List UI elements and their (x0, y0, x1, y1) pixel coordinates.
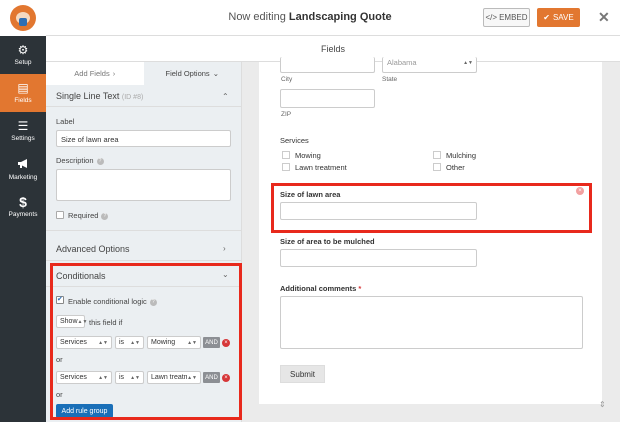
chevron-right-icon: › (112, 69, 116, 78)
city-input[interactable] (280, 57, 375, 73)
conditionals-highlight (50, 263, 242, 420)
dollar-icon: $ (19, 194, 27, 210)
label-title: Label (56, 117, 75, 126)
embed-button[interactable]: </> EMBED (483, 8, 530, 27)
service-option: Other (446, 163, 465, 172)
comments-label: Additional comments * (280, 284, 362, 293)
city-label: City (281, 76, 293, 83)
mulched-area-input[interactable] (280, 249, 477, 267)
state-label: State (382, 76, 398, 83)
sidebar-item-fields[interactable]: ▤ Fields (0, 74, 46, 112)
save-button[interactable]: ✔ SAVE (537, 8, 580, 27)
chevron-down-icon: ⌄ (212, 69, 219, 78)
services-label: Services (280, 136, 309, 145)
tab-add-fields[interactable]: Add Fields › (46, 62, 144, 85)
close-icon[interactable]: ✕ (598, 9, 610, 26)
description-title: Description? (56, 156, 104, 165)
sidebar-item-marketing[interactable]: Marketing (0, 150, 46, 188)
chevron-right-icon[interactable]: › (223, 244, 226, 253)
sidebar-item-setup[interactable]: ⚙ Setup (0, 36, 46, 74)
service-option: Lawn treatment (295, 163, 347, 172)
select-arrows-icon: ▲▼ (463, 60, 473, 66)
service-checkbox[interactable] (433, 163, 441, 171)
lawn-area-label: Size of lawn area (280, 190, 341, 199)
required-checkbox[interactable] (56, 211, 64, 219)
required-label: Required? (68, 211, 109, 220)
comments-textarea[interactable] (280, 296, 583, 349)
zip-label: ZIP (281, 111, 292, 118)
advanced-options-toggle[interactable]: Advanced Options (56, 244, 130, 254)
description-textarea[interactable] (56, 169, 231, 201)
fields-icon: ▤ (17, 81, 29, 95)
form-name: Landscaping Quote (288, 11, 392, 23)
delete-field-icon[interactable]: × (576, 187, 584, 195)
sidebar-item-payments[interactable]: $ Payments (0, 188, 46, 226)
sidebar-item-settings[interactable]: ☰ Settings (0, 112, 46, 150)
builder-sidebar: ⚙ Setup ▤ Fields ☰ Settings Marketing $ … (0, 36, 46, 422)
top-bar: Now editing Landscaping Quote </> EMBED … (0, 0, 620, 36)
sliders-icon: ☰ (17, 119, 29, 133)
field-id: (ID #8) (121, 94, 144, 101)
field-type-heading: Single Line Text (ID #8) (56, 91, 144, 101)
help-icon[interactable]: ? (101, 212, 109, 220)
state-select[interactable]: Alabama ▲▼ (382, 57, 477, 73)
mulched-area-label: Size of area to be mulched (280, 237, 375, 246)
service-checkbox[interactable] (282, 163, 290, 171)
chevron-up-icon[interactable]: ⌃ (222, 92, 229, 101)
service-checkbox[interactable] (433, 151, 441, 159)
megaphone-icon (17, 158, 30, 171)
service-checkbox[interactable] (282, 151, 290, 159)
tab-field-options[interactable]: Field Options ⌄ (143, 62, 241, 85)
form-preview (259, 62, 602, 404)
check-icon: ✔ (543, 13, 550, 22)
help-icon[interactable]: ? (96, 157, 104, 165)
label-input[interactable]: Size of lawn area (56, 130, 231, 147)
zip-input[interactable] (280, 89, 375, 108)
resize-handle-icon[interactable]: ⇕ (599, 400, 609, 410)
service-option: Mulching (446, 151, 477, 160)
code-icon: </> (485, 13, 498, 22)
gear-icon: ⚙ (17, 43, 29, 57)
lawn-area-input[interactable] (280, 202, 477, 220)
service-option: Mowing (295, 151, 321, 160)
submit-button[interactable]: Submit (280, 365, 325, 383)
